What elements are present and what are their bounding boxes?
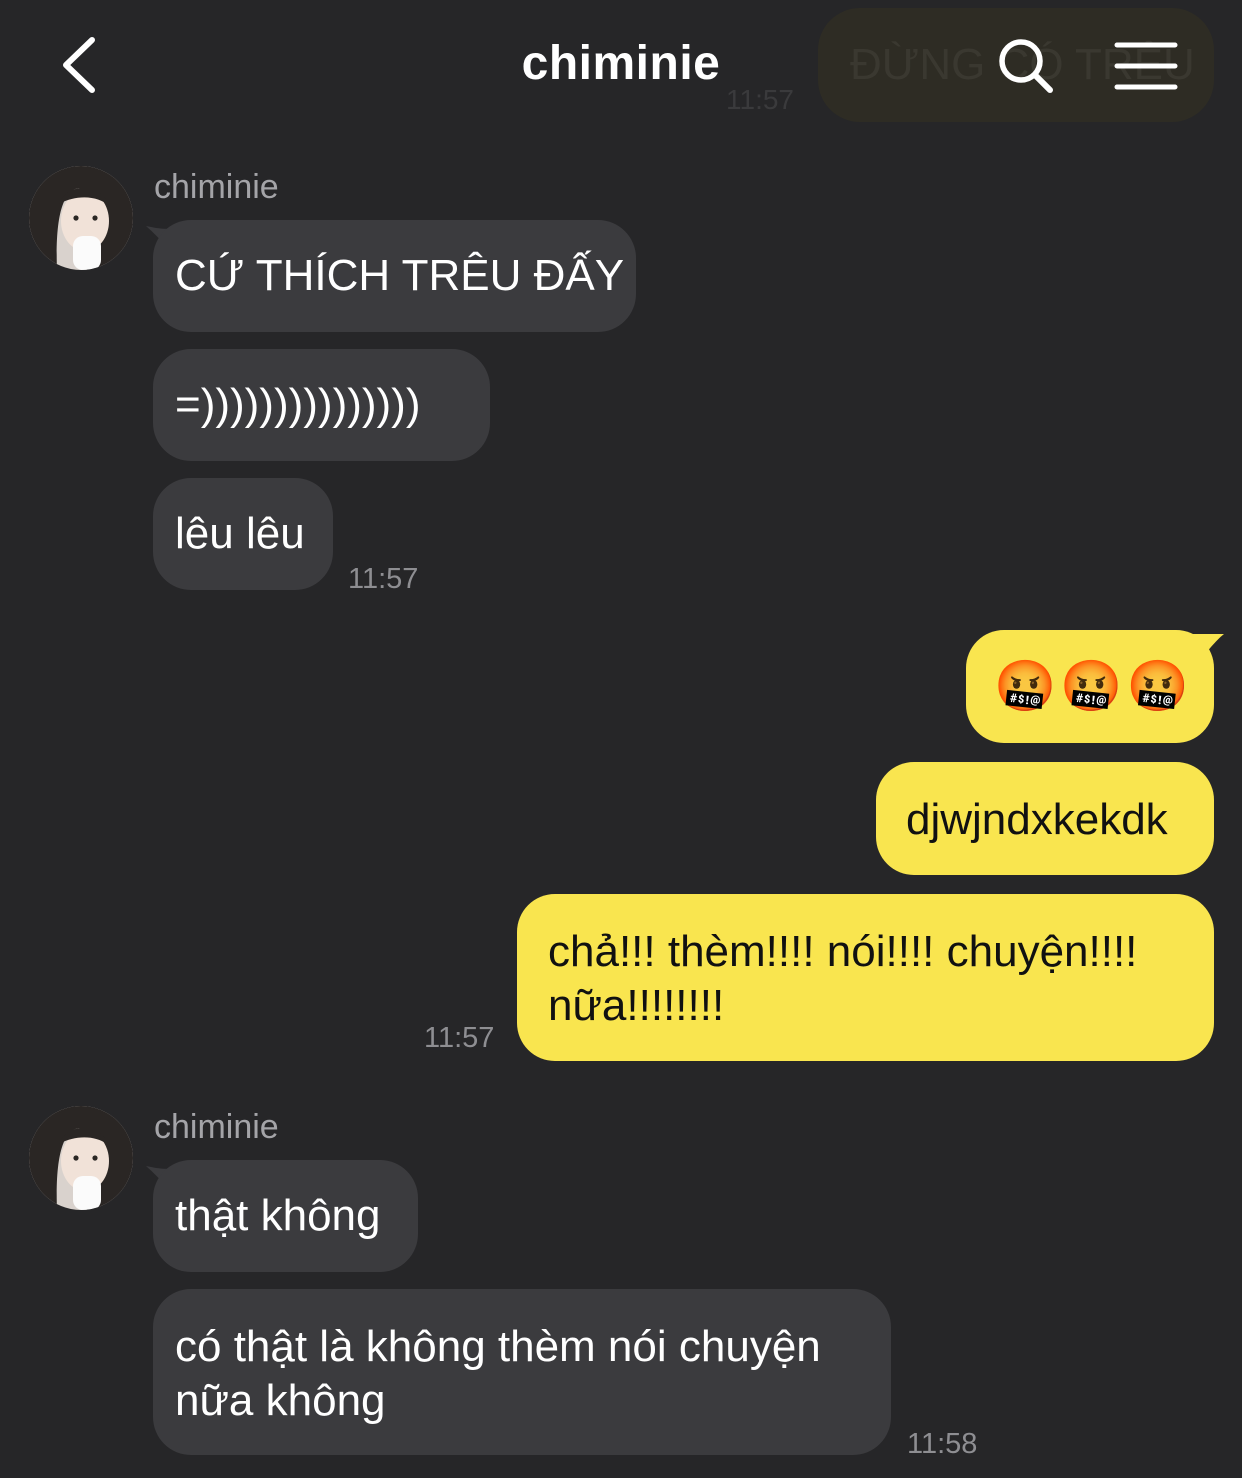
message-timestamp: 11:58 <box>907 1428 978 1460</box>
message-text: djwjndxkekdk <box>906 795 1168 844</box>
outgoing-message[interactable]: chả!!! thèm!!!! nói!!!! chuyện!!!! nữa!!… <box>517 894 1214 1061</box>
incoming-message[interactable]: CỨ THÍCH TRÊU ĐẤY <box>153 220 636 332</box>
message-text-line: chả!!! thèm!!!! nói!!!! chuyện!!!! <box>548 927 1138 976</box>
message-text-line: nữa không <box>175 1376 386 1425</box>
search-button[interactable] <box>996 36 1056 96</box>
sender-avatar[interactable] <box>29 166 133 270</box>
sender-name: chiminie <box>154 1108 279 1146</box>
message-timestamp: 11:57 <box>424 1022 495 1054</box>
message-text: thật không <box>175 1191 381 1240</box>
incoming-message[interactable]: có thật là không thèm nói chuyện nữa khô… <box>153 1289 891 1455</box>
message-text-line: có thật là không thèm nói chuyện <box>175 1322 821 1371</box>
outgoing-message[interactable]: 🤬🤬🤬 <box>966 630 1214 743</box>
message-text: =))))))))))))))) <box>175 380 421 429</box>
search-icon <box>999 39 1053 93</box>
incoming-message[interactable]: =))))))))))))))) <box>153 349 490 461</box>
outgoing-message[interactable]: djwjndxkekdk <box>876 762 1214 875</box>
message-timestamp: 11:57 <box>348 563 419 595</box>
message-text: CỨ THÍCH TRÊU ĐẤY <box>175 251 625 300</box>
sender-avatar[interactable] <box>29 1106 133 1210</box>
incoming-message[interactable]: thật không <box>153 1160 418 1272</box>
sender-name: chiminie <box>154 168 279 206</box>
message-text: lêu lêu <box>175 509 305 558</box>
chat-header: ĐỪNG CÓ TRÊU 11:57 chiminie <box>0 0 1242 135</box>
menu-button[interactable] <box>1114 40 1178 92</box>
profile-photo <box>29 166 133 270</box>
angry-cursing-face-icon: 🤬🤬🤬 <box>994 657 1193 715</box>
incoming-message[interactable]: lêu lêu <box>153 478 333 590</box>
message-text-line: nữa!!!!!!!! <box>548 981 725 1030</box>
hamburger-menu-icon <box>1114 42 1178 90</box>
profile-photo <box>29 1106 133 1210</box>
